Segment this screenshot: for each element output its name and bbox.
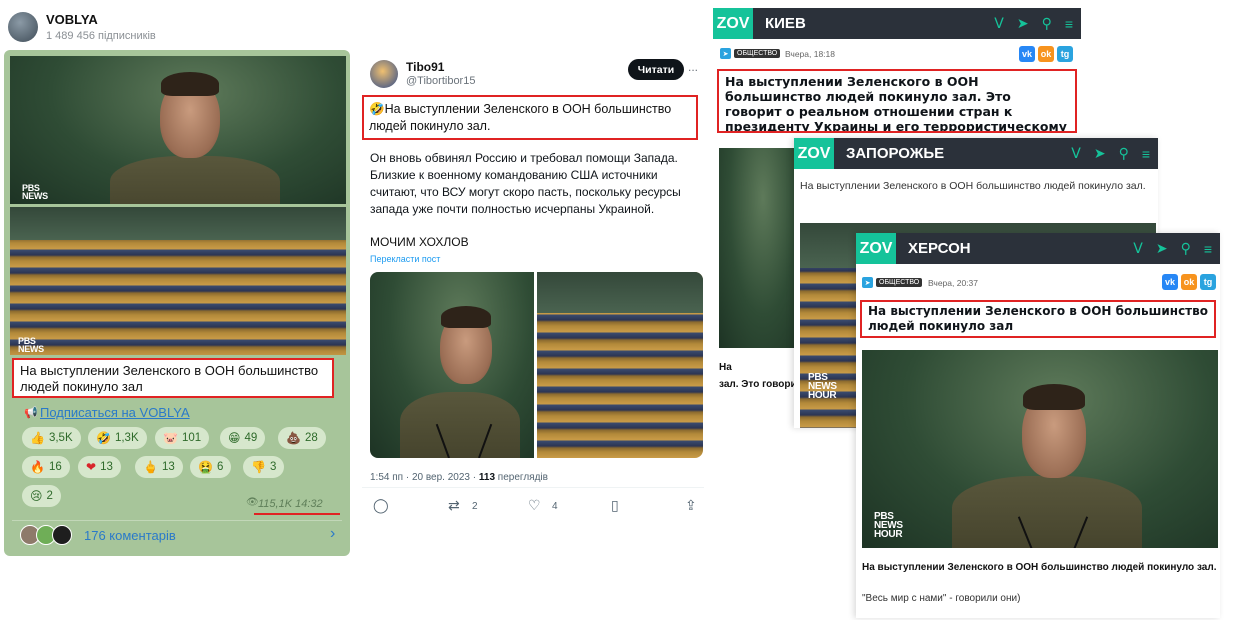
telegram-icon[interactable]: ➤ xyxy=(1156,240,1168,257)
site-logo[interactable]: ZOV xyxy=(856,233,896,264)
telegram-share-icon[interactable]: tg xyxy=(1057,46,1073,62)
site-header: ZOV ХЕРСОН ᐯ ➤ ⚲ ≡ xyxy=(856,233,1220,264)
author-handle[interactable]: @Tibortibor15 xyxy=(406,75,475,87)
headline-text: На выступлении Зеленского в ООН большинс… xyxy=(800,180,1146,192)
translate-link[interactable]: Перекласти пост xyxy=(370,254,440,264)
site-city: ЗАПОРОЖЬЕ xyxy=(846,145,945,162)
article-photo[interactable] xyxy=(719,148,799,348)
site-logo[interactable]: ZOV xyxy=(713,8,753,39)
vk-share-icon[interactable]: vk xyxy=(1162,274,1178,290)
tweet-photo-hall[interactable] xyxy=(537,272,703,458)
ok-share-icon[interactable]: ok xyxy=(1181,274,1197,290)
reaction-chip[interactable]: 😁 49 xyxy=(220,427,266,449)
chevron-right-icon[interactable]: › xyxy=(330,525,335,543)
tweet-photo-speaker[interactable] xyxy=(370,272,534,458)
commenter-avatar xyxy=(52,525,72,545)
article-photo[interactable]: PBS NEWS HOUR xyxy=(862,350,1218,548)
tweet-tagline: МОЧИМ ХОХЛОВ xyxy=(370,235,469,249)
pbs-watermark: PBS NEWS HOUR xyxy=(808,372,837,401)
reaction-chip[interactable]: 🐷 101 xyxy=(155,427,210,449)
subscribe-link[interactable]: Подписаться на VOBLYA xyxy=(40,405,190,420)
more-options-icon[interactable]: ... xyxy=(688,60,698,74)
pbs-watermark: PBS NEWS HOUR xyxy=(874,511,903,540)
reply-icon[interactable]: ◯ xyxy=(373,497,389,514)
reaction-chip[interactable]: ❤ 13 xyxy=(78,456,121,478)
post-caption-highlighted: На выступлении Зеленского в ООН большинс… xyxy=(12,358,334,398)
retweet-count: 2 xyxy=(472,501,478,512)
headline-highlighted: На выступлении Зеленского в ООН большинс… xyxy=(860,300,1216,338)
vk-share-icon[interactable]: vk xyxy=(1019,46,1035,62)
views-and-time: 115,1K 14:32 xyxy=(258,498,323,510)
comments-link[interactable]: 176 коментарів xyxy=(84,528,176,543)
tweet-meta: 1:54 пп · 20 вер. 2023 · 113 переглядів xyxy=(370,472,548,483)
vk-icon[interactable]: ᐯ xyxy=(994,15,1004,32)
menu-icon[interactable]: ≡ xyxy=(1204,241,1212,257)
search-icon[interactable]: ⚲ xyxy=(1181,240,1191,257)
site-logo[interactable]: ZOV xyxy=(794,138,834,169)
ok-share-icon[interactable]: ok xyxy=(1038,46,1054,62)
post-time: Вчера, 20:37 xyxy=(928,278,978,288)
reaction-chip[interactable]: 🤮 6 xyxy=(190,456,232,478)
category-tag[interactable]: ОБЩЕСТВО xyxy=(734,49,781,58)
heart-icon[interactable]: ♡ xyxy=(528,497,541,514)
divider xyxy=(362,487,704,488)
author-name[interactable]: Tibo91 xyxy=(406,60,444,74)
subscriber-count: 1 489 456 підписників xyxy=(46,30,156,42)
tweet-highlighted-text: 🤣На выступлении Зеленского в ООН большин… xyxy=(362,95,698,140)
site-header: ZOV КИЕВ ᐯ ➤ ⚲ ≡ xyxy=(713,8,1081,39)
reaction-chip[interactable]: 🔥 16 xyxy=(22,456,70,478)
highlight-underline xyxy=(254,513,340,515)
headline-highlighted: На выступлении Зеленского в ООН большинс… xyxy=(717,69,1077,133)
eye-icon: 👁 xyxy=(246,497,259,508)
channel-avatar[interactable] xyxy=(8,12,38,42)
telegram-small-icon: ➤ xyxy=(862,277,873,288)
site-header: ZOV ЗАПОРОЖЬЕ ᐯ ➤ ⚲ ≡ xyxy=(794,138,1158,169)
excerpt-continued: зал. Это говори xyxy=(719,379,797,390)
site-city: ХЕРСОН xyxy=(908,240,971,257)
reaction-chip[interactable]: 👎 3 xyxy=(243,456,285,478)
author-avatar[interactable] xyxy=(370,60,398,88)
reaction-chip[interactable]: 🖕 13 xyxy=(135,456,183,478)
pbs-watermark: PBS NEWS xyxy=(22,183,48,201)
zov-kherson-page: ZOV ХЕРСОН ᐯ ➤ ⚲ ≡ ➤ ОБЩЕСТВО Вчера, 20:… xyxy=(856,233,1220,618)
reaction-chip[interactable]: 👍 3,5K xyxy=(22,427,81,449)
vk-icon[interactable]: ᐯ xyxy=(1133,240,1143,257)
menu-icon[interactable]: ≡ xyxy=(1065,16,1073,32)
reaction-chip[interactable]: 😢 2 xyxy=(22,485,61,507)
channel-name[interactable]: VOBLYA xyxy=(46,12,98,27)
follow-button[interactable]: Читати xyxy=(628,59,684,80)
telegram-icon[interactable]: ➤ xyxy=(1017,15,1029,32)
bookmark-icon[interactable]: ▯ xyxy=(611,497,619,514)
article-caption: На выступлении Зеленского в ООН большинс… xyxy=(862,562,1217,573)
reaction-chip[interactable]: 🤣 1,3K xyxy=(88,427,147,449)
category-tag[interactable]: ОБЩЕСТВО xyxy=(876,278,923,287)
telegram-icon[interactable]: ➤ xyxy=(1094,145,1106,162)
divider xyxy=(12,520,342,521)
pbs-watermark: PBS NEWS xyxy=(18,336,44,354)
retweet-icon[interactable]: ⇄ xyxy=(448,497,460,514)
post-photo-hall[interactable]: PBS NEWS xyxy=(10,207,346,355)
menu-icon[interactable]: ≡ xyxy=(1142,146,1150,162)
article-quote: "Весь мир с нами" - говорили они) xyxy=(862,593,1021,604)
telegram-share-icon[interactable]: tg xyxy=(1200,274,1216,290)
tweet-body: Он вновь обвинял Россию и требовал помощ… xyxy=(370,151,681,216)
like-count: 4 xyxy=(552,501,558,512)
megaphone-icon: 📢 xyxy=(24,407,38,419)
excerpt-start: На xyxy=(719,362,732,373)
vk-icon[interactable]: ᐯ xyxy=(1071,145,1081,162)
site-city: КИЕВ xyxy=(765,15,806,32)
post-time: Вчера, 18:18 xyxy=(785,49,835,59)
search-icon[interactable]: ⚲ xyxy=(1119,145,1129,162)
post-photo-speaker[interactable]: PBS NEWS xyxy=(10,56,346,204)
share-icon[interactable]: ⇪ xyxy=(685,497,697,514)
reaction-chip[interactable]: 💩 28 xyxy=(278,427,326,449)
search-icon[interactable]: ⚲ xyxy=(1042,15,1052,32)
telegram-small-icon: ➤ xyxy=(720,48,731,59)
